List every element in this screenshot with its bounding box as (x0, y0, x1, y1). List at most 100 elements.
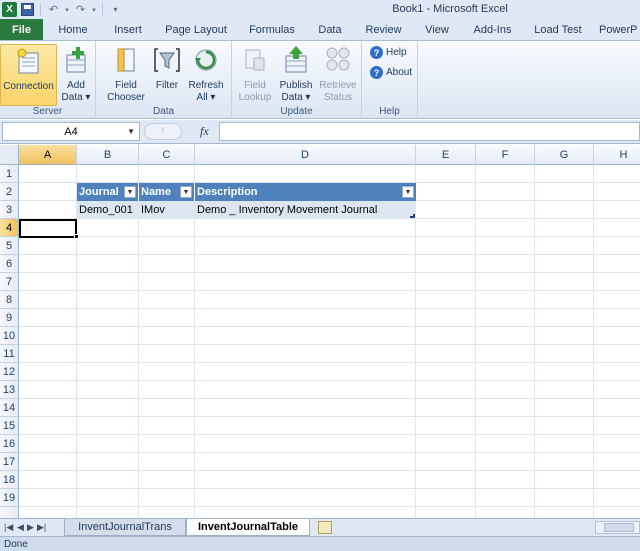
row-header[interactable]: 10 (0, 327, 19, 345)
field-lookup-label-line1: Field (244, 80, 266, 91)
formula-bar-expand-knob[interactable]: ⁝ (144, 123, 182, 140)
table-resize-handle[interactable] (410, 214, 415, 218)
group-update: Field Lookup Publish Data ▾ Retrieve Sta… (232, 41, 362, 119)
row-header[interactable]: 15 (0, 417, 19, 435)
column-header-f[interactable]: F (476, 145, 535, 165)
about-button[interactable]: ? About (370, 66, 412, 79)
retrieve-label-line1: Retrieve (319, 80, 357, 91)
insert-function-icon[interactable]: fx (200, 124, 209, 139)
fill-handle[interactable] (74, 234, 79, 239)
table-cell-name[interactable]: IMov (139, 201, 195, 219)
refresh-all-button[interactable]: Refresh All ▾ (186, 44, 226, 104)
row-header[interactable]: 8 (0, 291, 19, 309)
column-header-d[interactable]: D (195, 145, 416, 165)
refresh-label-line1: Refresh (188, 80, 224, 91)
row-header[interactable]: 11 (0, 345, 19, 363)
ribbon-tabs: File Home Insert Page Layout Formulas Da… (0, 19, 640, 40)
formula-input[interactable] (219, 122, 640, 141)
filter-dropdown-icon[interactable]: ▼ (180, 186, 192, 198)
row-header[interactable]: 14 (0, 399, 19, 417)
excel-logo-icon[interactable]: X (2, 2, 17, 17)
row-header[interactable]: 19 (0, 489, 19, 507)
undo-icon[interactable]: ↶ (46, 2, 61, 17)
tab-page-layout[interactable]: Page Layout (153, 19, 239, 40)
prev-sheet-icon[interactable]: ◀ (17, 522, 24, 533)
row-header[interactable]: 6 (0, 255, 19, 273)
filter-dropdown-icon[interactable]: ▼ (402, 186, 414, 198)
row-header[interactable]: 2 (0, 183, 19, 201)
table-header-name[interactable]: Name ▼ (139, 183, 195, 201)
row-header[interactable]: 4 (0, 219, 19, 237)
field-chooser-button[interactable]: Field Chooser (104, 44, 148, 104)
row-header[interactable]: 18 (0, 471, 19, 489)
publish-data-button[interactable]: Publish Data ▾ (276, 44, 316, 104)
help-button[interactable]: ? Help (370, 46, 407, 59)
row-header[interactable]: 5 (0, 237, 19, 255)
first-sheet-icon[interactable]: |◀ (4, 522, 13, 533)
column-header-c[interactable]: C (139, 145, 195, 165)
redo-dropdown-icon[interactable]: ▾ (91, 2, 97, 17)
insert-sheet-icon[interactable] (318, 521, 332, 534)
about-icon: ? (370, 66, 383, 79)
tab-view[interactable]: View (412, 19, 462, 40)
row-header[interactable]: 17 (0, 453, 19, 471)
field-lookup-button[interactable]: Field Lookup (236, 44, 274, 104)
name-box[interactable]: A4 ▼ (2, 122, 140, 141)
filter-dropdown-icon[interactable]: ▼ (124, 186, 136, 198)
active-cell-a4[interactable] (19, 219, 77, 238)
worksheet-grid[interactable]: A B C D E F G H 1 2 3 4 5 6 7 8 9 10 11 … (0, 145, 640, 518)
sheet-tab-inventjournaltrans[interactable]: InventJournalTrans (64, 519, 186, 536)
sheet-tab-inventjournaltable[interactable]: InventJournalTable (186, 519, 310, 536)
select-all-corner[interactable] (0, 145, 19, 165)
retrieve-status-icon (324, 44, 352, 76)
table-cell-journal[interactable]: Demo_001 (77, 201, 139, 219)
tab-review[interactable]: Review (355, 19, 412, 40)
name-box-dropdown-icon[interactable]: ▼ (127, 127, 135, 136)
row-header[interactable]: 3 (0, 201, 19, 219)
horizontal-scrollbar[interactable] (595, 521, 640, 534)
table-header-journal[interactable]: Journal ▼ (77, 183, 139, 201)
column-header-e[interactable]: E (416, 145, 476, 165)
table-cell-description[interactable]: Demo _ Inventory Movement Journal (195, 201, 416, 219)
filter-button[interactable]: Filter (152, 44, 182, 92)
tab-add-ins[interactable]: Add-Ins (462, 19, 523, 40)
tab-formulas[interactable]: Formulas (239, 19, 305, 40)
add-data-label-line2: Data ▾ (61, 92, 91, 103)
server-group-label: Server (32, 106, 63, 117)
tab-load-test[interactable]: Load Test (523, 19, 593, 40)
field-lookup-icon (241, 44, 269, 76)
tab-data[interactable]: Data (305, 19, 355, 40)
formula-bar: A4 ▼ ⁝ fx (0, 120, 640, 144)
row-header[interactable] (0, 507, 19, 518)
scrollbar-thumb[interactable] (604, 523, 634, 532)
row-header[interactable]: 9 (0, 309, 19, 327)
connection-button[interactable]: Connection (0, 44, 57, 106)
row-header[interactable]: 7 (0, 273, 19, 291)
retrieve-label-line2: Status (323, 92, 353, 103)
retrieve-status-button[interactable]: Retrieve Status (318, 44, 358, 104)
tab-home[interactable]: Home (43, 19, 103, 40)
tab-insert[interactable]: Insert (103, 19, 153, 40)
title-bar: X ↶ ▾ ↷ ▾ ▾ Book1 - Microsoft Excel (0, 0, 640, 19)
tab-file[interactable]: File (0, 19, 43, 40)
column-header-g[interactable]: G (535, 145, 594, 165)
row-header[interactable]: 13 (0, 381, 19, 399)
save-icon[interactable] (20, 2, 35, 17)
gridline (19, 470, 640, 471)
column-header-h[interactable]: H (594, 145, 640, 165)
next-sheet-icon[interactable]: ▶ (27, 522, 34, 533)
row-header[interactable]: 12 (0, 363, 19, 381)
customize-qat-icon[interactable]: ▾ (108, 2, 123, 17)
row-header[interactable]: 1 (0, 165, 19, 183)
field-chooser-label-line2: Chooser (107, 92, 145, 103)
row-header[interactable]: 16 (0, 435, 19, 453)
table-header-description[interactable]: Description ▼ (195, 183, 416, 201)
gridline (19, 254, 640, 255)
column-header-b[interactable]: B (77, 145, 139, 165)
last-sheet-icon[interactable]: ▶| (37, 522, 46, 533)
column-header-a[interactable]: A (19, 145, 77, 165)
redo-icon[interactable]: ↷ (73, 2, 88, 17)
add-data-button[interactable]: Add Data ▾ (60, 44, 92, 104)
undo-dropdown-icon[interactable]: ▾ (64, 2, 70, 17)
tab-powerpivot[interactable]: PowerP (593, 19, 639, 40)
